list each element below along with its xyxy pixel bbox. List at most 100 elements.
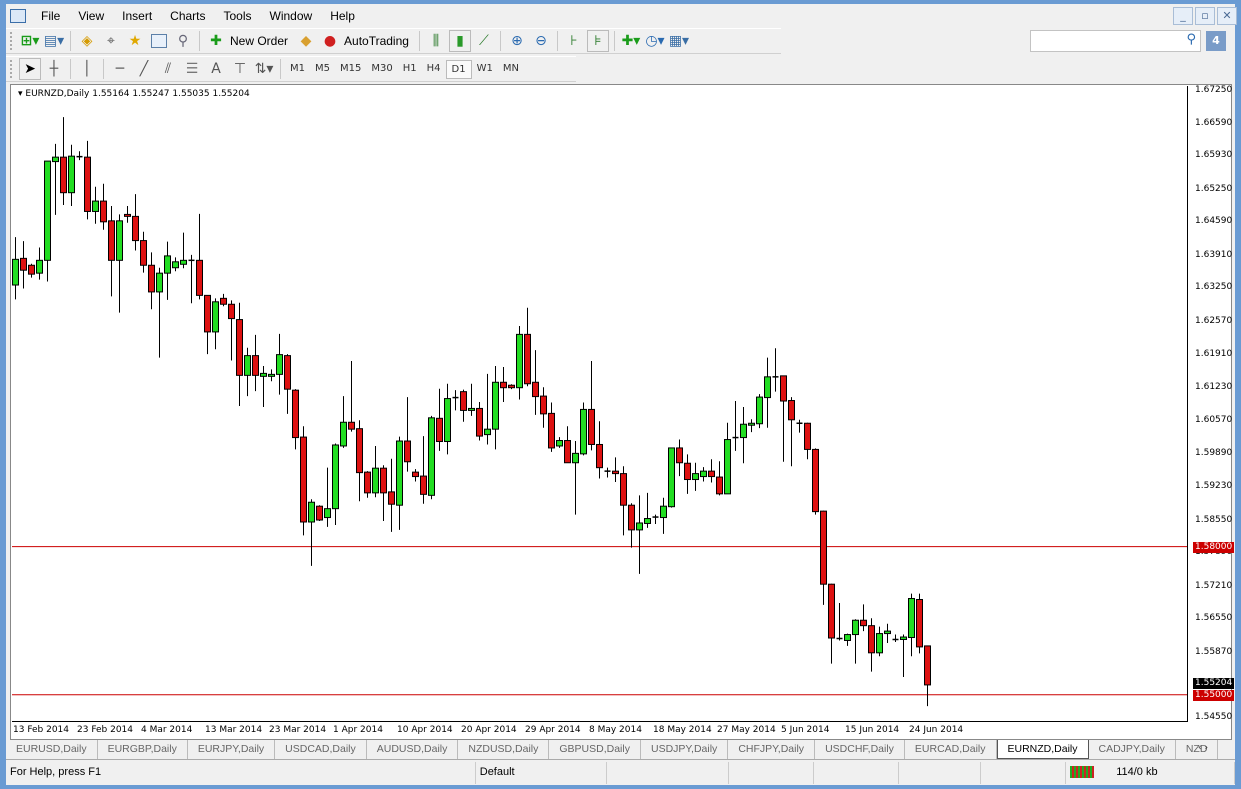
- app-icon: [10, 9, 26, 23]
- timeframe-w1[interactable]: W1: [472, 60, 498, 79]
- candle-bull: [428, 417, 435, 496]
- strategy-tester-icon[interactable]: ⚲: [172, 30, 194, 52]
- market-watch-icon[interactable]: ◈: [76, 30, 98, 52]
- timeframe-m15[interactable]: M15: [335, 60, 366, 79]
- indicators-icon[interactable]: ✚▾: [620, 30, 642, 52]
- candle-bull: [332, 444, 339, 510]
- timeframe-m5[interactable]: M5: [310, 60, 335, 79]
- text-label-icon[interactable]: ⊤: [229, 58, 251, 80]
- tab-scroll-arrows[interactable]: ‹ ›: [1198, 743, 1208, 753]
- terminal-window: File View Insert Charts Tools Window Help _ ▫ …: [6, 4, 1237, 785]
- candle-bear: [380, 467, 387, 494]
- timeframe-d1[interactable]: D1: [445, 59, 472, 79]
- candle-bear: [620, 473, 627, 506]
- tab-usdcaddaily[interactable]: USDCAD,Daily: [275, 740, 367, 759]
- terminal-icon[interactable]: [148, 30, 170, 52]
- date-tick-label: 10 Apr 2014: [397, 725, 453, 735]
- trendline-icon[interactable]: ╱: [133, 58, 155, 80]
- horizontal-line-icon[interactable]: ─: [109, 58, 131, 80]
- menu-insert[interactable]: Insert: [113, 9, 161, 23]
- hline-price-label: 1.55000: [1193, 689, 1235, 701]
- data-window-icon[interactable]: ⌖: [100, 30, 122, 52]
- candle-bear: [220, 297, 227, 305]
- candle-bull: [92, 200, 99, 212]
- menu-help[interactable]: Help: [321, 9, 364, 23]
- candle-bear: [532, 381, 539, 398]
- restore-button[interactable]: ▫: [1195, 7, 1215, 25]
- fibonacci-icon[interactable]: ☰: [181, 58, 203, 80]
- search-input[interactable]: ⚲: [1030, 30, 1201, 52]
- close-button[interactable]: ✕: [1217, 7, 1237, 25]
- periods-icon[interactable]: ◷▾: [644, 30, 666, 52]
- new-order-icon[interactable]: ✚: [205, 30, 227, 52]
- autotrading-button[interactable]: AutoTrading: [344, 34, 409, 48]
- tab-audusddaily[interactable]: AUDUSD,Daily: [367, 740, 459, 759]
- line-chart-icon[interactable]: ⟋: [473, 30, 495, 52]
- vertical-line-icon[interactable]: │: [76, 58, 98, 80]
- price-tick-label: 1.67250: [1195, 85, 1233, 95]
- candle-bull: [484, 428, 491, 436]
- profiles-icon[interactable]: ▤▾: [43, 30, 65, 52]
- price-tick-label: 1.56550: [1195, 613, 1233, 624]
- toolbar-grip[interactable]: [10, 60, 14, 78]
- timeframe-mn[interactable]: MN: [498, 60, 524, 79]
- text-icon[interactable]: A: [205, 58, 227, 80]
- autotrading-icon[interactable]: ●: [319, 30, 341, 52]
- candle-bear: [684, 462, 691, 481]
- navigator-icon[interactable]: ★: [124, 30, 146, 52]
- tab-nzdusddaily[interactable]: NZDUSD,Daily: [458, 740, 550, 759]
- tab-usdjpydaily[interactable]: USDJPY,Daily: [641, 740, 729, 759]
- timeframe-h1[interactable]: H1: [398, 60, 422, 79]
- equidistant-channel-icon[interactable]: ⫽: [157, 58, 179, 80]
- tab-eurnzddaily[interactable]: EURNZD,Daily: [996, 740, 1089, 759]
- tab-gbpusddaily[interactable]: GBPUSD,Daily: [549, 740, 641, 759]
- notifications-icon[interactable]: 4: [1206, 31, 1226, 51]
- tab-cadjpydaily[interactable]: CADJPY,Daily: [1089, 740, 1176, 759]
- menu-window[interactable]: Window: [261, 9, 322, 23]
- candlestick-icon[interactable]: ▮: [448, 30, 471, 52]
- auto-scroll-icon[interactable]: ⊦: [563, 30, 585, 52]
- timeframe-m1[interactable]: M1: [285, 60, 310, 79]
- candle-bear: [404, 440, 411, 463]
- menu-file[interactable]: File: [32, 9, 69, 23]
- zoom-out-icon[interactable]: ⊖: [530, 30, 552, 52]
- price-tick-label: 1.65930: [1195, 150, 1233, 161]
- status-traffic: 114/0 kb: [1116, 766, 1158, 778]
- chart-window[interactable]: ▾ EURNZD,Daily 1.55164 1.55247 1.55035 1…: [10, 84, 1235, 740]
- crosshair-icon[interactable]: ┼: [43, 58, 65, 80]
- minimize-button[interactable]: _: [1173, 7, 1193, 25]
- metaeditor-icon[interactable]: ◆: [295, 30, 317, 52]
- tab-eurgbpdaily[interactable]: EURGBP,Daily: [98, 740, 188, 759]
- chart-title-text: EURNZD,Daily 1.55164 1.55247 1.55035 1.5…: [25, 89, 250, 99]
- search-icon[interactable]: ⚲: [1186, 32, 1196, 47]
- candle-bear: [140, 240, 147, 266]
- toolbar-grip[interactable]: [10, 32, 14, 50]
- candle-bear: [356, 428, 363, 474]
- tab-usdchfdaily[interactable]: USDCHF,Daily: [815, 740, 905, 759]
- chart-plot-area[interactable]: ▾ EURNZD,Daily 1.55164 1.55247 1.55035 1…: [12, 86, 1188, 722]
- templates-icon[interactable]: ▦▾: [668, 30, 690, 52]
- cursor-icon[interactable]: ➤: [19, 58, 41, 80]
- bar-chart-icon[interactable]: ⫼: [425, 30, 447, 52]
- new-order-button[interactable]: New Order: [230, 34, 288, 48]
- candle-bear: [676, 447, 683, 464]
- new-chart-icon[interactable]: ⊞▾: [19, 30, 41, 52]
- tab-eurjpydaily[interactable]: EURJPY,Daily: [188, 740, 276, 759]
- menu-view[interactable]: View: [69, 9, 113, 23]
- timeframe-h4[interactable]: H4: [422, 60, 446, 79]
- timeframe-m30[interactable]: M30: [366, 60, 397, 79]
- arrows-icon[interactable]: ⇅▾: [253, 58, 275, 80]
- candle-bear: [228, 303, 235, 320]
- chart-tabs: EURUSD,Daily EURGBP,Daily EURJPY,Daily USDC…: [6, 740, 1235, 760]
- tab-eurusddaily[interactable]: EURUSD,Daily: [6, 740, 98, 759]
- tab-eurcaddaily[interactable]: EURCAD,Daily: [905, 740, 997, 759]
- tab-chfjpydaily[interactable]: CHFJPY,Daily: [728, 740, 816, 759]
- chart-shift-icon[interactable]: ⊧: [586, 30, 609, 52]
- status-cell: [607, 762, 730, 784]
- status-connection: 114/0 kb: [1066, 762, 1235, 784]
- candle-bear: [316, 505, 323, 521]
- zoom-in-icon[interactable]: ⊕: [506, 30, 528, 52]
- candle-bear: [364, 471, 371, 494]
- menu-charts[interactable]: Charts: [161, 9, 214, 23]
- menu-tools[interactable]: Tools: [215, 9, 261, 23]
